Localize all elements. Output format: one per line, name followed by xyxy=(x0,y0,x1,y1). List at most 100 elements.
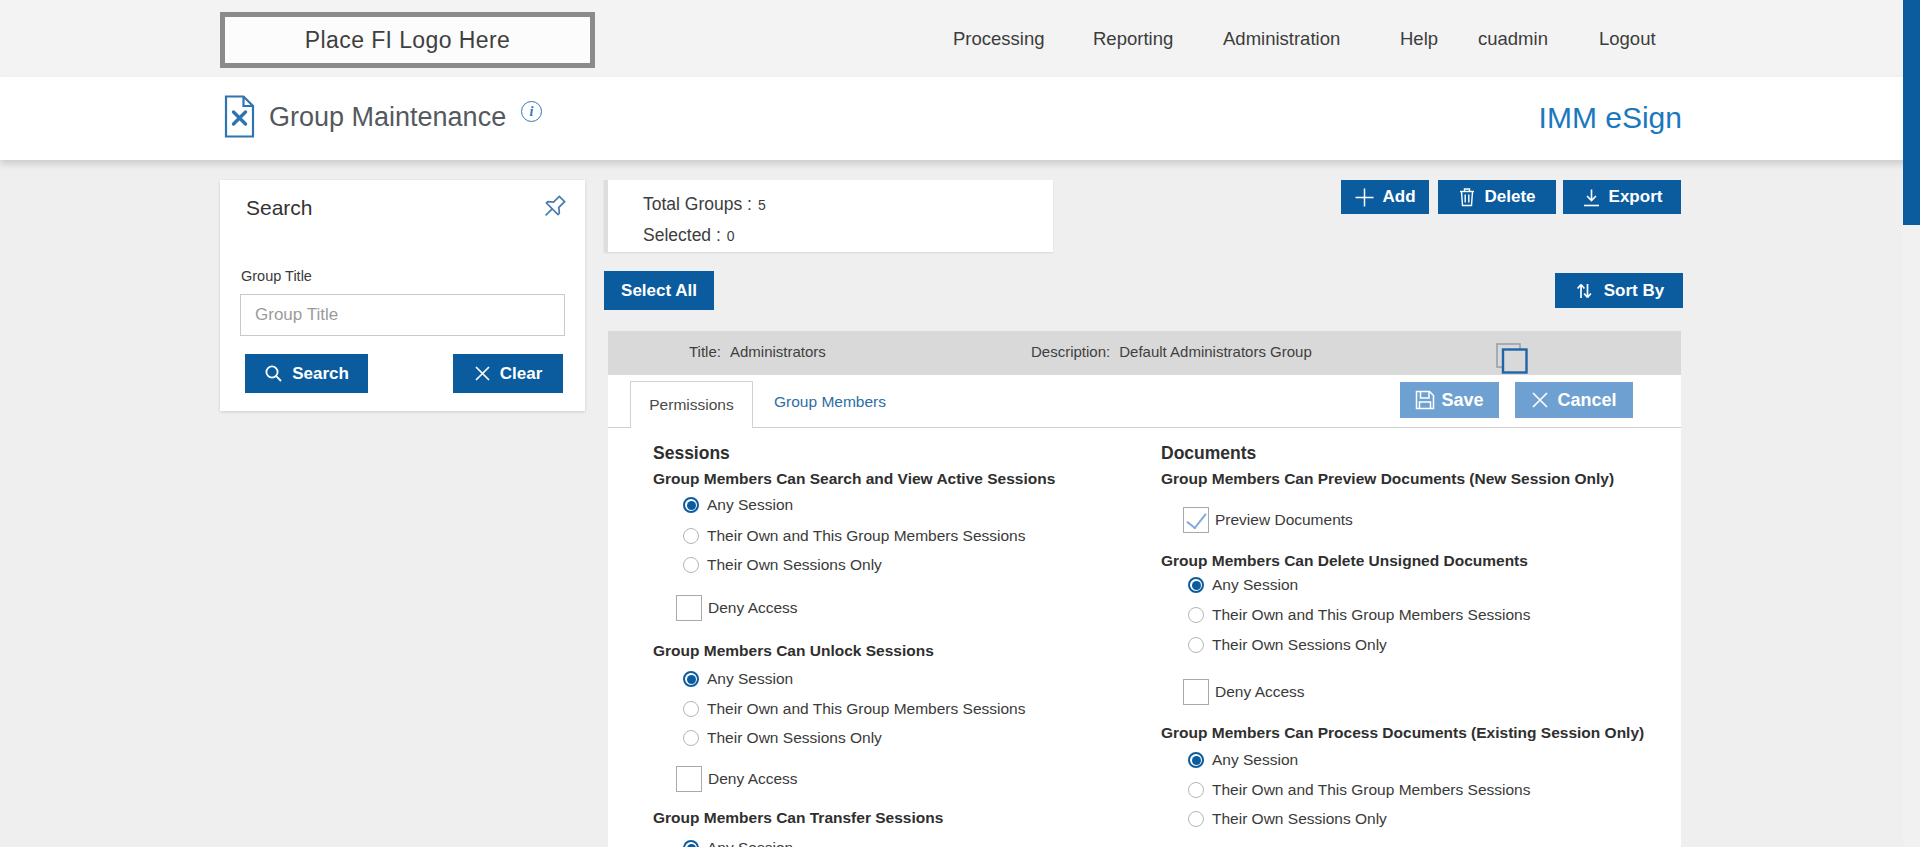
radio-selected[interactable] xyxy=(683,497,699,513)
radio-unselected[interactable] xyxy=(683,730,699,746)
perm-title-search-view: Group Members Can Search and View Active… xyxy=(653,469,1055,489)
clear-button[interactable]: Clear xyxy=(453,354,563,393)
radio-unselected[interactable] xyxy=(1188,607,1204,623)
radio-option-own-group[interactable]: Their Own and This Group Members Session… xyxy=(683,526,1025,546)
nav-administration[interactable]: Administration xyxy=(1223,0,1340,77)
radio-option-any-session[interactable]: Any Session xyxy=(1188,750,1298,770)
search-button-label: Search xyxy=(292,364,349,384)
radio-label: Their Own and This Group Members Session… xyxy=(707,700,1025,718)
radio-label: Their Own Sessions Only xyxy=(707,729,882,747)
sessions-heading: Sessions xyxy=(653,443,730,463)
checkbox-label: Deny Access xyxy=(708,599,798,617)
nav-processing[interactable]: Processing xyxy=(953,0,1045,77)
radio-option-any-session[interactable]: Any Session xyxy=(683,495,793,515)
radio-unselected[interactable] xyxy=(683,701,699,717)
deny-access-checkbox-row[interactable]: Deny Access xyxy=(676,595,798,621)
radio-unselected[interactable] xyxy=(1188,811,1204,827)
search-panel: Search Group Title Search Clear xyxy=(220,180,585,411)
group-title-input[interactable] xyxy=(240,294,565,336)
radio-label: Their Own Sessions Only xyxy=(707,556,882,574)
radio-selected[interactable] xyxy=(683,671,699,687)
cancel-button-label: Cancel xyxy=(1557,390,1616,411)
info-icon[interactable]: i xyxy=(521,101,542,122)
clear-button-label: Clear xyxy=(500,364,543,384)
add-button-label: Add xyxy=(1382,187,1415,207)
save-icon xyxy=(1415,390,1435,410)
nav-cuadmin[interactable]: cuadmin xyxy=(1478,0,1548,77)
perm-title-transfer: Group Members Can Transfer Sessions xyxy=(653,808,943,828)
radio-label: Any Session xyxy=(1212,751,1298,769)
radio-option-own-group[interactable]: Their Own and This Group Members Session… xyxy=(1188,780,1530,800)
radio-label: Any Session xyxy=(1212,576,1298,594)
radio-unselected[interactable] xyxy=(683,557,699,573)
deny-access-checkbox-row[interactable]: Deny Access xyxy=(676,766,798,792)
radio-label: Any Session xyxy=(707,670,793,688)
nav-help[interactable]: Help xyxy=(1400,0,1438,77)
permissions-panel: Permissions Group Members Save Cancel Se… xyxy=(608,375,1681,847)
nav-reporting[interactable]: Reporting xyxy=(1093,0,1173,77)
clear-icon xyxy=(474,365,491,382)
logo-text: Place FI Logo Here xyxy=(305,27,510,54)
checkbox-unchecked[interactable] xyxy=(676,595,702,621)
sort-by-button[interactable]: Sort By xyxy=(1555,273,1683,308)
group-header-row[interactable]: Title:Administrators Description:Default… xyxy=(608,331,1681,375)
deny-access-checkbox-row[interactable]: Deny Access xyxy=(1183,679,1305,705)
radio-label: Their Own Sessions Only xyxy=(1212,810,1387,828)
export-button-label: Export xyxy=(1609,187,1663,207)
group-title-field: Title:Administrators xyxy=(689,329,826,373)
checkbox-unchecked[interactable] xyxy=(676,766,702,792)
preview-documents-checkbox-row[interactable]: Preview Documents xyxy=(1183,507,1353,533)
sort-icon xyxy=(1574,281,1594,301)
sort-by-label: Sort By xyxy=(1604,281,1664,301)
tab-group-members[interactable]: Group Members xyxy=(774,375,886,428)
group-description-field: Description:Default Administrators Group xyxy=(1031,329,1312,373)
radio-option-any-session[interactable]: Any Session xyxy=(683,669,793,689)
cancel-button[interactable]: Cancel xyxy=(1515,382,1633,418)
radio-unselected[interactable] xyxy=(683,528,699,544)
checkbox-checked[interactable] xyxy=(1183,507,1209,533)
scrollbar-thumb[interactable] xyxy=(1903,0,1920,225)
save-button[interactable]: Save xyxy=(1400,382,1499,418)
brand-name: IMM eSign xyxy=(1539,101,1682,135)
nav-logout[interactable]: Logout xyxy=(1599,0,1656,77)
radio-label: Their Own Sessions Only xyxy=(1212,636,1387,654)
delete-button[interactable]: Delete xyxy=(1438,180,1556,214)
radio-option-own-group[interactable]: Their Own and This Group Members Session… xyxy=(683,699,1025,719)
radio-label: Their Own and This Group Members Session… xyxy=(1212,781,1530,799)
delete-button-label: Delete xyxy=(1484,187,1535,207)
radio-selected[interactable] xyxy=(683,840,699,847)
search-button[interactable]: Search xyxy=(245,354,368,393)
radio-option-own-only[interactable]: Their Own Sessions Only xyxy=(683,728,882,748)
group-title-label: Group Title xyxy=(241,268,312,284)
radio-selected[interactable] xyxy=(1188,577,1204,593)
page-scrollbar[interactable] xyxy=(1903,0,1920,847)
pin-icon[interactable] xyxy=(533,186,575,228)
page-header: Group Maintenance i IMM eSign xyxy=(0,77,1920,160)
radio-option-any-session[interactable]: Any Session xyxy=(683,838,793,847)
export-button[interactable]: Export xyxy=(1563,180,1681,214)
checkbox-label: Deny Access xyxy=(1215,683,1305,701)
copy-icon[interactable] xyxy=(1496,343,1528,374)
radio-option-own-only[interactable]: Their Own Sessions Only xyxy=(1188,635,1387,655)
checkbox-label: Preview Documents xyxy=(1215,511,1353,529)
search-icon xyxy=(264,364,283,383)
radio-option-own-only[interactable]: Their Own Sessions Only xyxy=(683,555,882,575)
select-all-label: Select All xyxy=(621,281,697,301)
search-panel-title: Search xyxy=(246,196,313,220)
checkbox-unchecked[interactable] xyxy=(1183,679,1209,705)
delete-icon xyxy=(1458,187,1476,207)
radio-unselected[interactable] xyxy=(1188,782,1204,798)
documents-heading: Documents xyxy=(1161,443,1256,463)
radio-option-any-session[interactable]: Any Session xyxy=(1188,575,1298,595)
radio-option-own-only[interactable]: Their Own Sessions Only xyxy=(1188,809,1387,829)
perm-title-preview: Group Members Can Preview Documents (New… xyxy=(1161,469,1614,489)
add-button[interactable]: Add xyxy=(1341,180,1429,214)
tab-permissions[interactable]: Permissions xyxy=(630,381,753,428)
radio-unselected[interactable] xyxy=(1188,637,1204,653)
select-all-button[interactable]: Select All xyxy=(604,271,714,310)
fi-logo-placeholder: Place FI Logo Here xyxy=(220,12,595,68)
radio-option-own-group[interactable]: Their Own and This Group Members Session… xyxy=(1188,605,1530,625)
selected-count: Selected :0 xyxy=(643,220,1053,251)
radio-selected[interactable] xyxy=(1188,752,1204,768)
radio-label: Their Own and This Group Members Session… xyxy=(1212,606,1530,624)
